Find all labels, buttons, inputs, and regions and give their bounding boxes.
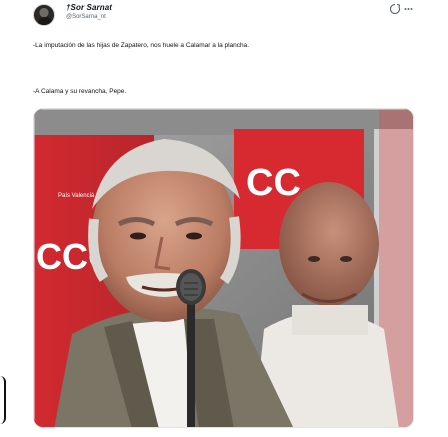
tweet-text-paragraph-1: -La imputación de las hijas de Zapatero,… <box>33 42 250 49</box>
tweet-text-paragraph-2: -A Calama y su revancha, Pepe. <box>33 88 127 95</box>
ellipsis-icon[interactable] <box>404 7 413 11</box>
tweet-card: †Sor Sarnat @SorSarna_nt -La imputación … <box>0 0 448 437</box>
photo-illustration: CCOO País Valencià CC <box>34 109 413 427</box>
author-display-name[interactable]: †Sor Sarnat <box>66 3 112 12</box>
sign-small-text: País Valencià <box>58 193 95 199</box>
grok-icon[interactable] <box>389 3 401 15</box>
author-handle[interactable]: @SorSarna_nt <box>66 14 106 20</box>
tweet-media-image[interactable]: CCOO País Valencià CC <box>33 108 414 428</box>
more-button[interactable] <box>389 2 413 16</box>
avatar[interactable] <box>33 4 55 26</box>
sign-text-right: CC <box>246 162 301 204</box>
partial-ui-edge <box>0 376 6 424</box>
